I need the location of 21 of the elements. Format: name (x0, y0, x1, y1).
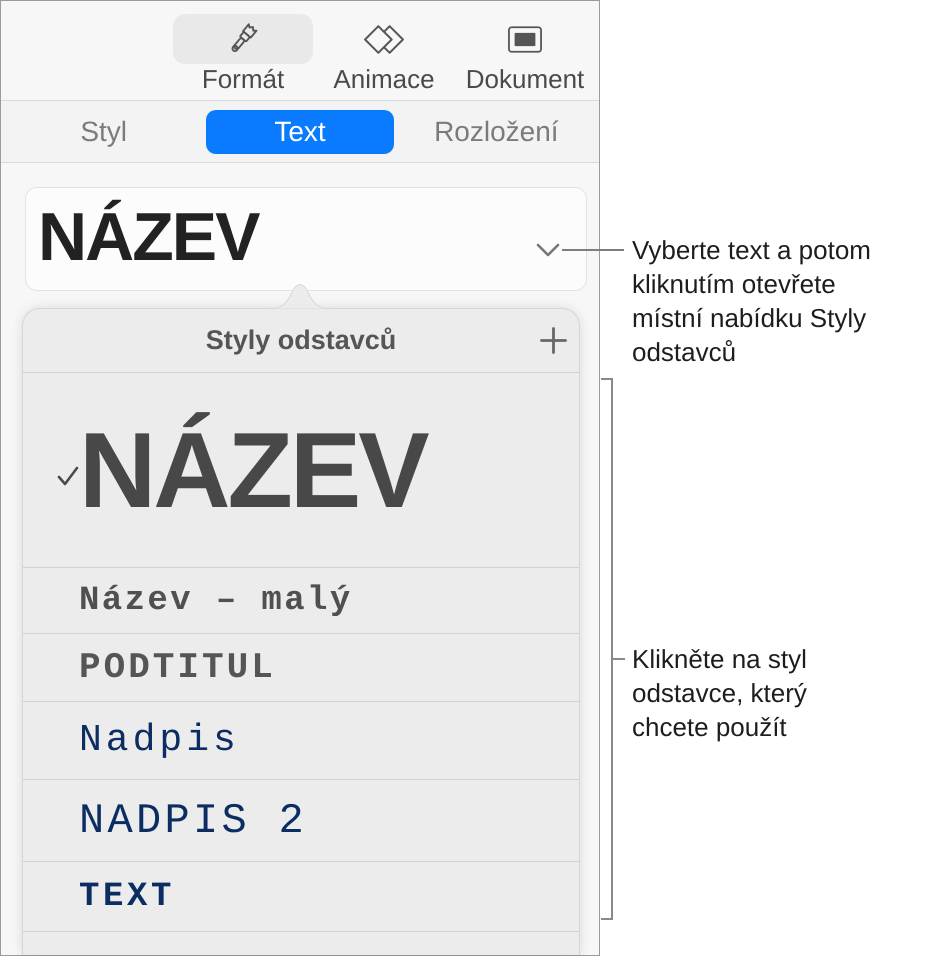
paragraph-style-item[interactable]: PODTITUL (23, 634, 579, 702)
callout-text: Vyberte text a potom kliknutím otevřete místní nabídku Styly odstavců (632, 234, 872, 369)
chevron-down-icon (536, 243, 560, 257)
overlapping-diamonds-icon (363, 24, 405, 54)
paragraph-style-item[interactable]: Název – malý (23, 568, 579, 634)
paragraph-style-item[interactable]: NÁZEV (23, 373, 579, 568)
plus-icon[interactable] (540, 327, 567, 354)
framed-rectangle-icon (508, 26, 542, 52)
popover-title: Styly odstavců (206, 324, 396, 358)
document-button[interactable]: Dokument (455, 14, 595, 96)
paragraph-style-item[interactable]: NADPIS 2 (23, 780, 579, 862)
paragraph-style-dropdown[interactable]: NÁZEV (25, 187, 587, 291)
tab[interactable]: Rozložení (402, 110, 590, 154)
leader-line (562, 249, 624, 251)
paragraph-style-item[interactable]: Nadpis (23, 702, 579, 780)
tab[interactable]: Text (206, 110, 394, 154)
checkmark-icon (57, 465, 79, 487)
animate-button[interactable]: Animace (314, 14, 454, 96)
paragraph-style-item[interactable]: TEXT (23, 862, 579, 932)
tab[interactable]: Styl (10, 110, 198, 154)
callout-text: Klikněte na styl odstavce, který chcete použít (632, 643, 808, 744)
